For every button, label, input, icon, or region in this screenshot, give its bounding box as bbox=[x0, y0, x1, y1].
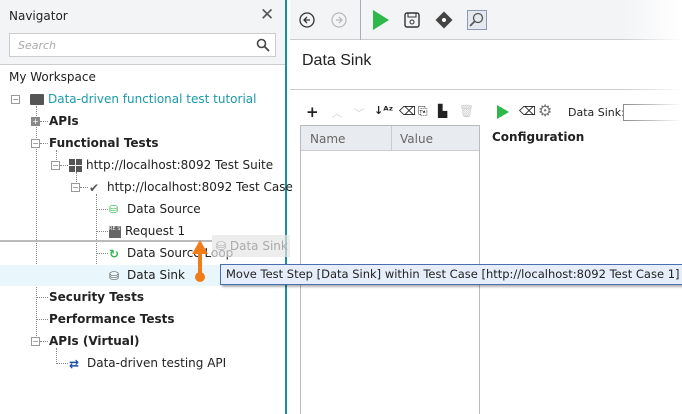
tree-apis-virtual[interactable]: APIs (Virtual) bbox=[49, 330, 139, 352]
project-label: Data-driven functional test tutorial bbox=[48, 92, 257, 106]
close-icon[interactable]: ✕ bbox=[260, 5, 274, 25]
data-sink-icon: ⛁ bbox=[216, 239, 230, 253]
tree-functional-tests[interactable]: Functional Tests bbox=[49, 132, 159, 154]
expand-icon[interactable]: + bbox=[31, 117, 40, 126]
delete-icon[interactable]: 🗑 bbox=[459, 104, 474, 118]
run-icon[interactable] bbox=[373, 10, 389, 30]
suite-label: http://localhost:8092 Test Suite bbox=[86, 158, 274, 172]
save-icon[interactable] bbox=[404, 12, 420, 28]
eraser-icon[interactable]: ⌫ bbox=[399, 104, 416, 118]
move-down-icon[interactable]: ﹀ bbox=[354, 105, 364, 120]
search-input[interactable]: Search bbox=[9, 33, 276, 57]
ghost-label: Data Sink bbox=[229, 239, 288, 253]
tree-performance-tests[interactable]: Performance Tests bbox=[49, 308, 175, 330]
export-icon[interactable]: ▙ bbox=[438, 104, 447, 118]
collapse-icon[interactable]: − bbox=[71, 183, 80, 192]
tree-test-suite[interactable]: http://localhost:8092 Test Suite bbox=[69, 154, 273, 176]
tree-step-data-source[interactable]: ⛁ Data Source bbox=[109, 198, 201, 220]
tree-workspace[interactable]: My Workspace bbox=[9, 66, 96, 88]
virtual-api-label: Data-driven testing API bbox=[87, 356, 227, 370]
loop-icon: ↻ bbox=[109, 246, 120, 261]
virtual-api-icon: ⇄ bbox=[69, 356, 80, 371]
drag-arrow-icon bbox=[192, 240, 208, 282]
back-icon[interactable] bbox=[299, 12, 315, 28]
navigator-title: Navigator bbox=[9, 9, 68, 23]
data-sink-icon: ⛁ bbox=[109, 268, 120, 283]
settings-icon[interactable]: ⚙ bbox=[538, 101, 552, 120]
drag-ghost: ⛁ Data Sink bbox=[212, 235, 290, 257]
navigator-header: Navigator ✕ Search bbox=[0, 0, 285, 65]
step-label: Data Source bbox=[127, 202, 201, 216]
tree-step-data-sink[interactable]: ⛁ Data Sink bbox=[109, 264, 185, 286]
clear-icon[interactable]: ⌫ bbox=[519, 104, 536, 118]
add-icon[interactable]: + bbox=[306, 103, 319, 121]
move-up-icon[interactable]: ︿ bbox=[332, 105, 342, 120]
table-header: Name Value bbox=[301, 126, 479, 151]
tree-security-tests[interactable]: Security Tests bbox=[49, 286, 144, 308]
search-placeholder: Search bbox=[18, 39, 57, 52]
run-sink-icon[interactable] bbox=[497, 105, 509, 119]
collapse-icon[interactable]: − bbox=[31, 139, 40, 148]
page-title: Data Sink bbox=[302, 52, 372, 69]
collapse-icon[interactable]: − bbox=[51, 161, 60, 170]
rest-request-icon: RE ST bbox=[109, 225, 123, 238]
case-label: http://localhost:8092 Test Case bbox=[107, 180, 293, 194]
check-icon: ✔ bbox=[89, 180, 100, 195]
toolbar-separator bbox=[360, 0, 361, 40]
column-header-name[interactable]: Name bbox=[310, 132, 345, 146]
configuration-heading: Configuration bbox=[492, 130, 585, 144]
test-suite-icon bbox=[69, 159, 82, 172]
data-sink-label: Data Sink: bbox=[568, 106, 625, 119]
data-source-icon: ⛁ bbox=[109, 202, 119, 216]
step-label: Data Sink bbox=[127, 268, 185, 282]
folder-icon bbox=[30, 94, 44, 105]
collapse-icon[interactable]: − bbox=[31, 337, 40, 346]
tree-step-request[interactable]: RE ST Request 1 bbox=[109, 220, 185, 242]
step-label: Request 1 bbox=[125, 224, 186, 238]
drag-tooltip: Move Test Step [Data Sink] within Test C… bbox=[220, 264, 682, 285]
forward-icon[interactable] bbox=[331, 12, 347, 28]
tree-apis[interactable]: APIs bbox=[49, 110, 79, 132]
tree-test-case[interactable]: ✔ http://localhost:8092 Test Case bbox=[89, 176, 293, 198]
git-icon[interactable] bbox=[434, 10, 454, 30]
column-header-value[interactable]: Value bbox=[400, 132, 433, 146]
import-icon[interactable]: ⎘ bbox=[418, 104, 428, 119]
search-icon bbox=[256, 38, 270, 52]
collapse-icon[interactable]: − bbox=[11, 95, 20, 104]
edge-fade bbox=[622, 0, 682, 414]
editor-panel: Data Sink + ︿ ﹀ ↓ᴬᶻ ⌫ ⎘ ▙ 🗑 ⌫ ⚙ Data Sin… bbox=[290, 0, 682, 414]
inspect-icon[interactable] bbox=[467, 10, 487, 30]
sort-icon[interactable]: ↓ᴬᶻ bbox=[374, 104, 393, 117]
navigator-panel: Navigator ✕ Search My Workspace − Data-d… bbox=[0, 0, 293, 414]
tree-project[interactable]: Data-driven functional test tutorial bbox=[30, 88, 256, 110]
tree-virtual-api[interactable]: ⇄ Data-driven testing API bbox=[69, 352, 226, 374]
drop-indicator-line bbox=[0, 240, 212, 242]
